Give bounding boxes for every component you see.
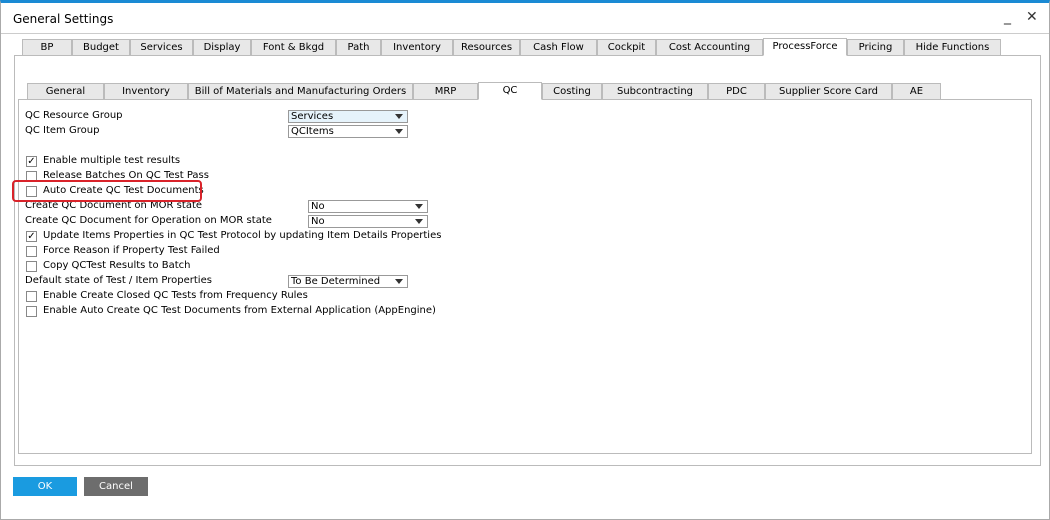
dropdown-value: No [311,216,325,227]
ok-button[interactable]: OK [13,477,77,496]
external-label: Enable Auto Create QC Test Documents fro… [43,305,436,316]
top-tab-processforce[interactable]: ProcessForce [763,38,847,56]
qc-resource-group-dropdown[interactable]: Services [288,110,408,123]
sub-tab-subcontracting[interactable]: Subcontracting [602,83,708,100]
top-tab-hide-functions[interactable]: Hide Functions [904,39,1001,56]
multiple-label: Enable multiple test results [43,155,181,166]
sub-tab-inventory[interactable]: Inventory [104,83,188,100]
minimize-button[interactable]: _ [1004,9,1011,25]
copy-results-label: Copy QCTest Results to Batch [43,260,191,271]
qc-item-group-dropdown[interactable]: QCItems [288,125,408,138]
chevron-down-icon [395,279,403,284]
sub-tab-pdc[interactable]: PDC [708,83,765,100]
qc-resource-group-label: QC Resource Group [25,110,123,121]
op-mor-state-dropdown[interactable]: No [308,215,428,228]
qc-item-group-label: QC Item Group [25,125,100,136]
title-divider [1,33,1049,34]
chevron-down-icon [415,219,423,224]
chevron-down-icon [395,129,403,134]
top-tab-cockpit[interactable]: Cockpit [597,39,656,56]
dropdown-value: Services [291,111,334,122]
default-state-label: Default state of Test / Item Properties [25,275,212,286]
top-tab-path[interactable]: Path [336,39,381,56]
default-state-dropdown[interactable]: To Be Determined [288,275,408,288]
top-tab-cash-flow[interactable]: Cash Flow [520,39,597,56]
top-tab-inventory[interactable]: Inventory [381,39,453,56]
sub-tab-bill-of-materials-and-manufacturing-orders[interactable]: Bill of Materials and Manufacturing Orde… [188,83,413,100]
sub-tab-qc[interactable]: QC [478,82,542,100]
top-tab-cost-accounting[interactable]: Cost Accounting [656,39,763,56]
external-checkbox[interactable] [26,306,37,317]
chevron-down-icon [415,204,423,209]
top-tab-display[interactable]: Display [193,39,251,56]
update-items-checkbox[interactable]: ✓ [26,231,37,242]
mor-state-dropdown[interactable]: No [308,200,428,213]
chevron-down-icon [395,114,403,119]
op-mor-state-label: Create QC Document for Operation on MOR … [25,215,272,226]
sub-tab-ae[interactable]: AE [892,83,941,100]
dropdown-value: QCItems [291,126,334,137]
closed-tests-label: Enable Create Closed QC Tests from Frequ… [43,290,308,301]
dropdown-value: No [311,201,325,212]
force-reason-checkbox[interactable] [26,246,37,257]
top-tab-pricing[interactable]: Pricing [847,39,904,56]
sub-tab-mrp[interactable]: MRP [413,83,478,100]
force-reason-label: Force Reason if Property Test Failed [43,245,220,256]
update-items-label: Update Items Properties in QC Test Proto… [43,230,442,241]
top-tab-font-bkgd[interactable]: Font & Bkgd [251,39,336,56]
closed-tests-checkbox[interactable] [26,291,37,302]
top-tab-resources[interactable]: Resources [453,39,520,56]
sub-tab-costing[interactable]: Costing [542,83,602,100]
cancel-button[interactable]: Cancel [84,477,148,496]
highlight-box [12,180,202,202]
sub-tab-supplier-score-card[interactable]: Supplier Score Card [765,83,892,100]
close-button[interactable]: ✕ [1026,9,1038,25]
multiple-checkbox[interactable]: ✓ [26,156,37,167]
copy-results-checkbox[interactable] [26,261,37,272]
dropdown-value: To Be Determined [291,276,381,287]
top-tab-budget[interactable]: Budget [72,39,130,56]
top-tab-bp[interactable]: BP [22,39,72,56]
sub-tab-general[interactable]: General [27,83,104,100]
window-title: General Settings [13,12,114,26]
top-tab-services[interactable]: Services [130,39,193,56]
